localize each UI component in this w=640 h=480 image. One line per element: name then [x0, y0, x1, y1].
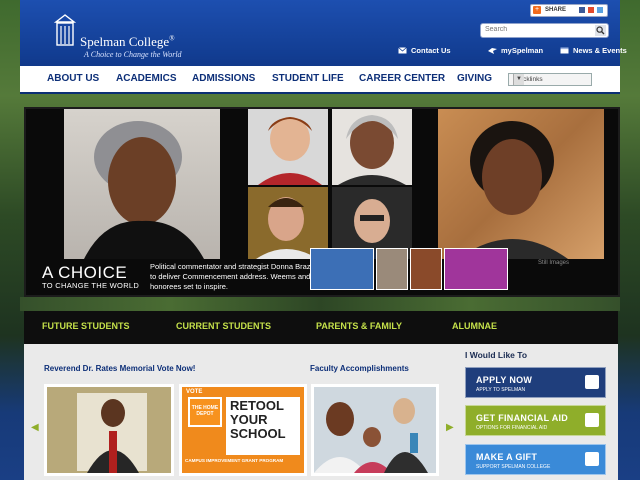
twitter-icon[interactable]: [597, 7, 603, 13]
audience-navigation: FUTURE STUDENTS CURRENT STUDENTS PARENTS…: [24, 311, 618, 344]
nav-current-students[interactable]: CURRENT STUDENTS: [176, 321, 271, 331]
featured-speaker-photo: [64, 109, 220, 259]
apply-now-button[interactable]: APPLY NOW APPLY TO SPELMAN: [465, 367, 606, 398]
contact-us-link[interactable]: Contact Us: [398, 46, 451, 55]
email-share-icon[interactable]: [588, 7, 594, 13]
memorial-card[interactable]: [44, 384, 174, 476]
document-icon: [585, 413, 599, 427]
search-input[interactable]: [485, 26, 593, 33]
i-would-like-to-heading: I Would Like To: [465, 350, 528, 360]
faculty-card[interactable]: [311, 384, 439, 476]
search-icon[interactable]: [595, 25, 606, 36]
memorial-heading[interactable]: Reverend Dr. Rates Memorial Vote Now!: [44, 364, 195, 373]
home-depot-logo: THE HOME DEPOT: [188, 397, 222, 427]
carousel-next-icon[interactable]: ▶: [446, 422, 454, 433]
hero-thumbnail[interactable]: [410, 248, 442, 290]
honoree-photo-5: [438, 109, 604, 259]
hero-banner[interactable]: A CHOICE TO CHANGE THE WORLD Political c…: [24, 107, 620, 297]
myspelman-link[interactable]: mySpelman: [488, 46, 543, 55]
hero-subtitle: TO CHANGE THE WORLD: [42, 281, 140, 290]
hero-thumbnail[interactable]: [376, 248, 408, 290]
promo-subtitle: CAMPUS IMPROVEMENT GRANT PROGRAM: [185, 458, 284, 463]
promo-title: RETOOL YOUR SCHOOL: [230, 398, 286, 441]
honoree-photo-2: [332, 109, 412, 185]
bird-icon: [488, 48, 497, 54]
faculty-photo: [314, 387, 436, 473]
share-button[interactable]: + SHARE: [530, 4, 608, 17]
college-name: Spelman College®: [80, 34, 175, 49]
quicklinks-select[interactable]: Quicklinks ▼: [508, 73, 592, 86]
nav-future-students[interactable]: FUTURE STUDENTS: [42, 321, 130, 331]
hero-thumbnail[interactable]: [444, 248, 508, 290]
make-a-gift-button[interactable]: MAKE A GIFT SUPPORT SPELMAN COLLEGE: [465, 444, 606, 475]
still-images-link[interactable]: Still Images: [538, 260, 569, 266]
envelope-icon: [398, 47, 407, 54]
hero-caption: Political commentator and strategist Don…: [150, 262, 318, 291]
main-navigation: ABOUT US ACADEMICS ADMISSIONS STUDENT LI…: [20, 66, 620, 94]
nav-alumnae[interactable]: ALUMNAE: [452, 321, 497, 331]
nav-parents-family[interactable]: PARENTS & FAMILY: [316, 321, 402, 331]
gift-icon: [585, 452, 599, 466]
college-tagline: A Choice to Change the World: [84, 50, 182, 59]
nav-career-center[interactable]: CAREER CENTER: [359, 73, 445, 84]
faculty-heading[interactable]: Faculty Accomplishments: [310, 364, 409, 373]
chapel-logo-icon: [54, 14, 76, 46]
carousel-prev-icon[interactable]: ◀: [31, 422, 39, 433]
news-events-link[interactable]: News & Events: [560, 46, 627, 55]
calendar-icon: [560, 47, 569, 54]
nav-admissions[interactable]: ADMISSIONS: [192, 73, 255, 84]
college-logo[interactable]: Spelman College® A Choice to Change the …: [54, 14, 204, 62]
nav-academics[interactable]: ACADEMICS: [116, 73, 177, 84]
hero-thumbnail[interactable]: [310, 248, 374, 290]
lawn-background: [20, 297, 620, 311]
honoree-photo-1: [248, 109, 328, 185]
nav-student-life[interactable]: STUDENT LIFE: [272, 73, 344, 84]
get-financial-aid-button[interactable]: GET FINANCIAL AID OPTIONS FOR FINANCIAL …: [465, 405, 606, 436]
nav-giving[interactable]: GIVING: [457, 73, 492, 84]
chevron-down-icon: ▼: [513, 74, 524, 85]
home-depot-card[interactable]: THE HOME DEPOT VOTE RETOOL YOUR SCHOOL C…: [179, 384, 307, 476]
hero-title: A CHOICE: [42, 263, 128, 282]
facebook-icon[interactable]: [579, 7, 585, 13]
share-plus-icon: +: [533, 6, 541, 14]
house-icon: [585, 375, 599, 389]
nav-about-us[interactable]: ABOUT US: [47, 73, 99, 84]
site-search: [480, 23, 609, 38]
promo-vote-label: VOTE: [186, 389, 203, 395]
reverend-photo: [47, 387, 171, 473]
